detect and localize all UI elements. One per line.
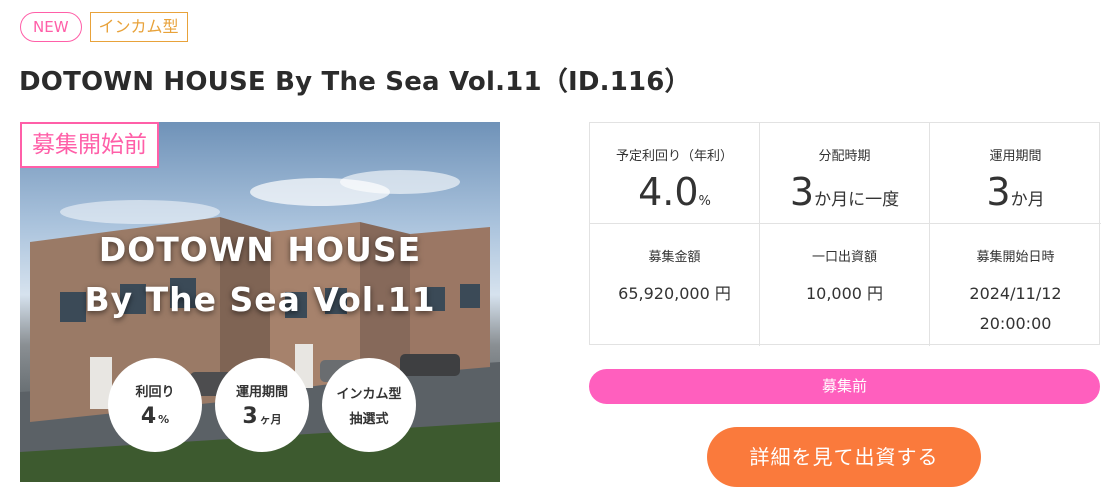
stat-distribution: 分配時期 3か月に一度 [760,123,930,224]
period-badge-unit: ヶ月 [259,413,282,426]
type-badge-label: インカム型 [336,387,402,402]
stat-amount-value: 65,920,000 円 [618,284,731,303]
tag-group: NEW インカム型 [20,12,188,42]
invest-details-button[interactable]: 詳細を見て出資する [707,427,981,487]
stat-period-value: 3か月 [930,170,1101,222]
yield-badge: 利回り 4% [108,358,202,452]
stat-period-number: 3 [986,170,1011,214]
stat-unit-price-label: 一口出資額 [811,250,877,265]
stat-unit-price: 一口出資額 10,000 円 [760,224,930,346]
stat-amount: 募集金額 65,920,000 円 [590,224,760,346]
fund-status-bar: 募集前 [589,369,1100,404]
hero-title-line2: By The Sea Vol.11 [84,280,436,319]
stat-start-label: 募集開始日時 [976,250,1055,265]
stat-distribution-number: 3 [789,170,815,214]
page-title: DOTOWN HOUSE By The Sea Vol.11（ID.116） [19,67,691,97]
period-badge-label: 運用期間 [235,385,288,400]
stat-start-value: 2024/11/12 20:00:00 [930,279,1101,339]
hero-status-label: 募集開始前 [20,122,159,168]
yield-badge-number: 4 [140,404,157,429]
hero-image[interactable]: 募集開始前 DOTOWN HOUSE By The Sea Vol.11 利回り… [20,122,500,482]
stat-distribution-label: 分配時期 [818,149,871,164]
stat-start-time: 20:00:00 [979,314,1052,333]
stat-yield-unit: % [698,194,711,209]
yield-badge-unit: % [158,413,170,426]
stat-yield-label: 予定利回り（年利） [615,149,733,164]
stat-distribution-value: 3か月に一度 [760,170,929,222]
stat-distribution-unit: か月に一度 [814,190,900,210]
type-badge: インカム型 抽選式 [322,358,416,452]
stat-period-unit: か月 [1010,190,1045,210]
stat-start: 募集開始日時 2024/11/12 20:00:00 [930,224,1101,346]
stat-period: 運用期間 3か月 [930,123,1101,224]
new-tag: NEW [20,12,82,42]
yield-badge-label: 利回り [135,385,175,400]
stat-yield: 予定利回り（年利） 4.0% [590,123,760,224]
type-badge-sub: 抽選式 [349,412,389,427]
income-type-tag: インカム型 [89,12,188,42]
fund-stats-table: 予定利回り（年利） 4.0% 分配時期 3か月に一度 運用期間 3か月 募集金額… [589,122,1101,346]
hero-title-line1: DOTOWN HOUSE [98,230,422,269]
period-badge-value: 3 ヶ月 [242,404,281,429]
stat-yield-value: 4.0% [590,170,759,224]
period-badge-number: 3 [242,404,258,429]
stat-yield-number: 4.0 [638,170,699,214]
stat-period-label: 運用期間 [989,149,1042,164]
period-badge: 運用期間 3 ヶ月 [215,358,309,452]
yield-badge-value: 4% [141,404,169,429]
stat-amount-label: 募集金額 [648,250,701,265]
stat-unit-price-value: 10,000 円 [805,284,884,303]
stat-start-date: 2024/11/12 [969,284,1062,303]
